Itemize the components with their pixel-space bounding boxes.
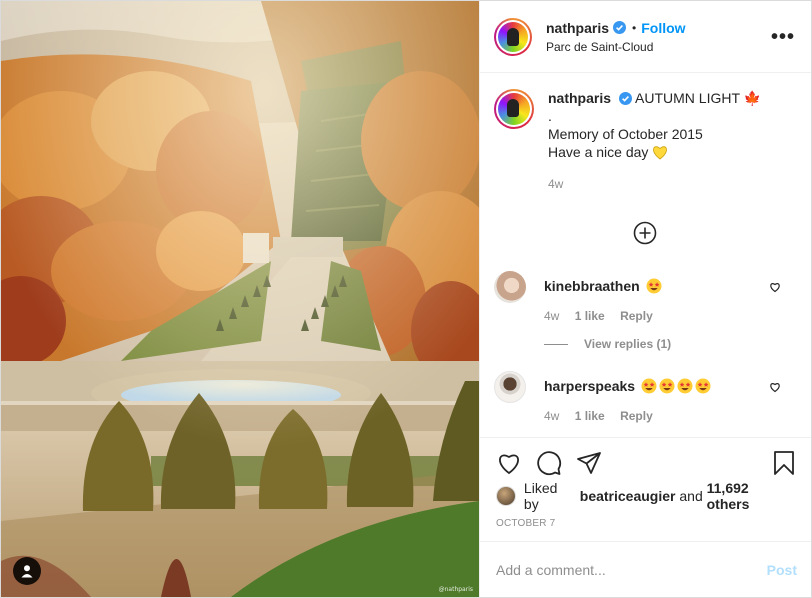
post-photo[interactable]: @nathparis bbox=[1, 1, 479, 597]
instagram-post: @nathparis nathparis • Follow Parc de Sa… bbox=[0, 0, 812, 598]
save-button[interactable] bbox=[773, 450, 795, 476]
comment-icon bbox=[537, 451, 562, 476]
verified-badge-icon bbox=[613, 21, 627, 34]
share-icon bbox=[577, 452, 601, 474]
load-more-comments-button[interactable] bbox=[494, 221, 795, 245]
comment-item: kinebbraathen 4w 1 like Reply bbox=[494, 271, 795, 323]
liker-avatar[interactable] bbox=[496, 486, 516, 506]
comment-age[interactable]: 4w bbox=[544, 309, 559, 323]
post-caption: nathparis AUTUMN LIGHT 🍁 . Memory of Oct… bbox=[494, 89, 795, 193]
view-replies-button[interactable]: View replies (1) bbox=[544, 337, 795, 351]
likes-count[interactable]: 11,692 others bbox=[707, 480, 795, 512]
commenter-avatar[interactable] bbox=[494, 371, 526, 403]
action-bar bbox=[496, 448, 795, 478]
user-tag-icon bbox=[21, 565, 33, 578]
separator-dot: • bbox=[632, 20, 637, 35]
comment-item: harperspeaks 4w 1 like Reply bbox=[494, 371, 795, 423]
view-replies-label: View replies (1) bbox=[584, 337, 672, 351]
star-struck-emoji-icon bbox=[659, 378, 675, 394]
plus-circle-icon bbox=[633, 221, 656, 245]
comment-like-heart-icon[interactable] bbox=[769, 281, 781, 293]
star-struck-emoji-icon bbox=[677, 378, 693, 394]
verified-badge-icon bbox=[618, 92, 632, 105]
add-comment-bar: Post bbox=[480, 541, 811, 597]
caption-dot: . bbox=[548, 108, 552, 124]
yellow-heart-icon bbox=[653, 146, 668, 160]
star-struck-emoji-icon bbox=[641, 378, 657, 394]
post-header: nathparis • Follow Parc de Saint-Cloud •… bbox=[480, 1, 811, 73]
photo-watermark: @nathparis bbox=[438, 586, 473, 593]
user-tag-button[interactable] bbox=[13, 557, 41, 585]
likes-summary: Liked by beatriceaugier and 11,692 other… bbox=[496, 480, 795, 512]
liker-username[interactable]: beatriceaugier bbox=[580, 488, 676, 504]
caption-age[interactable]: 4w bbox=[548, 175, 761, 193]
post-side-panel: nathparis • Follow Parc de Saint-Cloud •… bbox=[479, 1, 811, 597]
like-button[interactable] bbox=[496, 451, 522, 475]
maple-leaf-icon: 🍁 bbox=[743, 90, 762, 106]
post-location[interactable]: Parc de Saint-Cloud bbox=[546, 40, 771, 54]
caption-title: AUTUMN LIGHT bbox=[635, 90, 740, 106]
comment-input[interactable] bbox=[496, 561, 767, 578]
commenter-username[interactable]: harperspeaks bbox=[544, 378, 635, 394]
caption-line-1: Memory of October 2015 bbox=[548, 126, 703, 142]
autumn-park-image bbox=[1, 1, 479, 597]
bookmark-icon bbox=[774, 451, 794, 475]
comment-age[interactable]: 4w bbox=[544, 409, 559, 423]
follow-button[interactable]: Follow bbox=[641, 20, 685, 36]
post-comment-button[interactable]: Post bbox=[767, 562, 797, 578]
heart-icon bbox=[499, 454, 519, 475]
caption-avatar[interactable] bbox=[494, 89, 534, 129]
likes-prefix: Liked by bbox=[523, 480, 558, 512]
post-actions-section: Liked by beatriceaugier and 11,692 other… bbox=[480, 437, 811, 541]
comment-like-heart-icon[interactable] bbox=[769, 381, 781, 393]
reply-button[interactable]: Reply bbox=[620, 309, 653, 323]
comment-likes[interactable]: 1 like bbox=[575, 409, 605, 423]
comment-button[interactable] bbox=[536, 450, 562, 476]
more-options-icon[interactable]: ••• bbox=[771, 27, 795, 47]
author-avatar[interactable] bbox=[494, 17, 532, 56]
star-struck-emoji-icon bbox=[646, 278, 662, 294]
caption-username[interactable]: nathparis bbox=[548, 90, 611, 106]
star-struck-emoji-icon bbox=[695, 378, 711, 394]
reply-button[interactable]: Reply bbox=[620, 409, 653, 423]
author-username[interactable]: nathparis bbox=[546, 20, 609, 36]
commenter-avatar[interactable] bbox=[494, 271, 526, 303]
comments-section: nathparis AUTUMN LIGHT 🍁 . Memory of Oct… bbox=[480, 73, 811, 437]
likes-and: and bbox=[679, 488, 703, 504]
post-date[interactable]: OCTOBER 7 bbox=[496, 518, 795, 529]
commenter-username[interactable]: kinebbraathen bbox=[544, 278, 640, 294]
replies-divider bbox=[544, 343, 568, 345]
share-button[interactable] bbox=[576, 451, 602, 475]
caption-line-2: Have a nice day bbox=[548, 144, 649, 160]
comment-likes[interactable]: 1 like bbox=[575, 309, 605, 323]
